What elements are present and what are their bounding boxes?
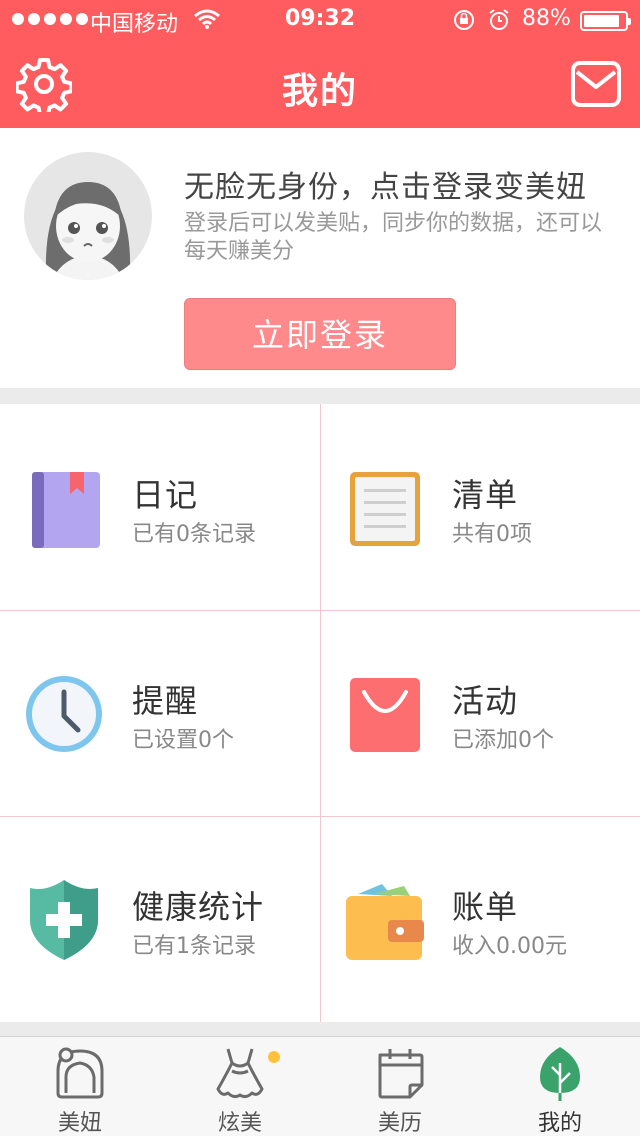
- grid-item-bill[interactable]: 账单 收入0.00元: [320, 816, 640, 1022]
- top-bar: 中国移动 09:32 88% 我的: [0, 0, 640, 128]
- tab-mine[interactable]: 我的: [480, 1037, 640, 1136]
- grid-item-label: 日记: [132, 476, 199, 514]
- battery-icon: [580, 11, 631, 31]
- mail-icon: [571, 61, 621, 107]
- dress-icon: [212, 1045, 268, 1101]
- grid-item-label: 账单: [452, 888, 519, 926]
- girl-face-icon: [52, 1045, 108, 1101]
- grid-item-label: 活动: [452, 682, 519, 720]
- diary-book-icon: [24, 468, 104, 548]
- grid-item-label: 提醒: [132, 682, 199, 720]
- grid-item-activity[interactable]: 活动 已添加0个: [320, 610, 640, 816]
- page-title: 我的: [281, 71, 358, 112]
- grid-item-checklist[interactable]: 清单 共有0项: [320, 404, 640, 610]
- calendar-icon: [372, 1045, 428, 1101]
- avatar[interactable]: [24, 152, 152, 280]
- login-prompt-title: 无脸无身份，点击登录变美妞: [184, 170, 587, 205]
- notification-dot: [268, 1051, 280, 1063]
- tab-bar: 美妞 炫美 美历 我的: [0, 1036, 640, 1136]
- health-shield-icon: [24, 880, 104, 960]
- grid-item-count: 收入0.00元: [452, 934, 567, 959]
- tab-label: 我的: [537, 1111, 582, 1136]
- grid-item-count: 已有1条记录: [132, 934, 256, 959]
- tab-meiniu[interactable]: 美妞: [0, 1037, 160, 1136]
- grid-item-label: 清单: [452, 476, 519, 514]
- grid-item-count: 已设置0个: [132, 728, 234, 753]
- tab-label: 美历: [377, 1111, 422, 1136]
- grid-item-diary[interactable]: 日记 已有0条记录: [0, 404, 320, 610]
- grid-item-count: 已有0条记录: [132, 522, 256, 547]
- wallet-icon: [344, 880, 424, 960]
- grid-item-label: 健康统计: [132, 888, 265, 926]
- login-prompt-description: 登录后可以发美贴，同步你的数据，还可以每天赚美分: [184, 211, 603, 264]
- shopping-bag-icon: [344, 674, 424, 754]
- checklist-icon: [344, 468, 424, 548]
- grid-item-reminder[interactable]: 提醒 已设置0个: [0, 610, 320, 816]
- grid-item-count: 共有0项: [452, 522, 532, 547]
- default-avatar-icon: [24, 152, 152, 280]
- clock-icon: [24, 674, 104, 754]
- tab-xuanmei[interactable]: 炫美: [160, 1037, 320, 1136]
- battery-percentage: 88%: [522, 6, 571, 31]
- tab-label: 炫美: [217, 1111, 262, 1136]
- leaf-icon: [532, 1045, 588, 1101]
- profile-card: 无脸无身份，点击登录变美妞 登录后可以发美贴，同步你的数据，还可以每天赚美分 立…: [0, 128, 640, 388]
- tab-label: 美妞: [57, 1111, 102, 1136]
- login-button[interactable]: 立即登录: [184, 298, 456, 370]
- messages-button[interactable]: [570, 60, 622, 108]
- status-bar: 中国移动 09:32 88%: [0, 0, 640, 40]
- tab-meili[interactable]: 美历: [320, 1037, 480, 1136]
- rotation-lock-icon: [452, 9, 476, 37]
- feature-grid: 日记 已有0条记录 清单 共有0项 提醒 已设置0个 活动 已添加0个 健康统计…: [0, 404, 640, 1022]
- grid-item-health-stats[interactable]: 健康统计 已有1条记录: [0, 816, 320, 1022]
- alarm-icon: [488, 9, 510, 37]
- grid-item-count: 已添加0个: [452, 728, 554, 753]
